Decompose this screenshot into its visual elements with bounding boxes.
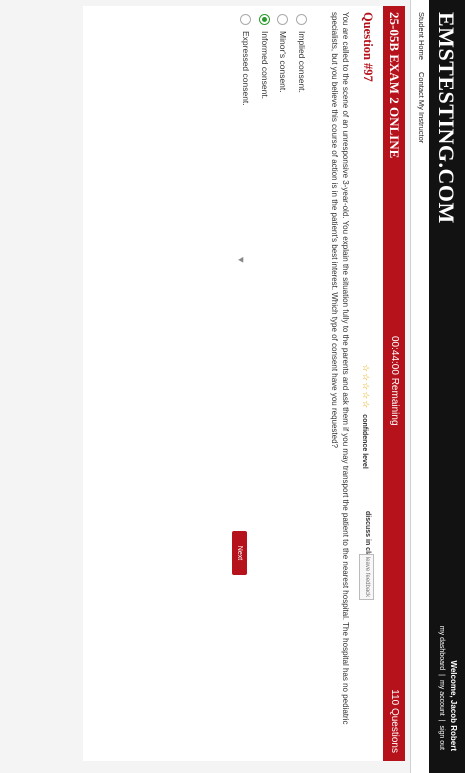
option-label: Expressed consent. [241,31,251,106]
confidence-label: confidence level [361,414,368,469]
radio-button[interactable] [276,14,288,25]
star-rating-icon[interactable]: ☆☆☆☆☆ [361,364,371,409]
option-label: Informed consent. [260,31,270,100]
option-label: Minor's consent. [278,31,288,93]
question-panel: Question #97 ☆☆☆☆☆ confidence level disc… [83,6,383,761]
dashboard-link[interactable]: my dashboard [438,626,445,670]
answer-option[interactable]: Expressed consent. [239,14,251,106]
link-separator: | [438,674,445,676]
answer-option[interactable]: Implied consent. [295,14,307,93]
question-text: You are called to the scene of an unresp… [330,12,350,725]
top-bar: EMSTESTING.COM Welcome, Jacob Robert my … [429,0,465,773]
sign-out-link[interactable]: sign out [438,725,445,750]
student-home-link[interactable]: Student Home [417,12,426,60]
question-number: Question #97 [361,12,375,82]
option-label: Implied consent. [297,31,307,93]
nav-bar: Student Home Contact My Instructor [410,0,429,773]
exam-title: 25-05B EXAM 2 ONLINE [387,12,402,159]
time-remaining: 00:44:00 Remaining [389,336,400,426]
exam-header: 25-05B EXAM 2 ONLINE 00:44:00 Remaining … [383,6,405,761]
link-separator: | [438,719,445,722]
question-count: 110 Questions [389,689,400,753]
site-logo[interactable]: EMSTESTING.COM [433,12,459,224]
answer-option[interactable]: Minor's consent. [276,14,288,93]
account-links: my dashboard | my account | sign out [438,625,445,751]
leave-feedback-button[interactable]: leave feedback [359,554,374,600]
page-canvas: EMSTESTING.COM Welcome, Jacob Robert my … [0,0,465,773]
welcome-text: Welcome, Jacob Robert [449,660,458,751]
radio-button[interactable] [295,14,307,25]
answer-option[interactable]: Informed consent. [258,14,270,100]
next-button[interactable]: Next [232,531,247,575]
radio-button[interactable] [239,14,251,25]
radio-button-selected[interactable] [258,14,270,25]
contact-instructor-link[interactable]: Contact My Instructor [417,72,426,143]
confidence-rating: ☆☆☆☆☆ confidence level [360,364,371,469]
my-account-link[interactable]: my account [438,680,445,716]
mouse-cursor-icon [238,256,246,265]
